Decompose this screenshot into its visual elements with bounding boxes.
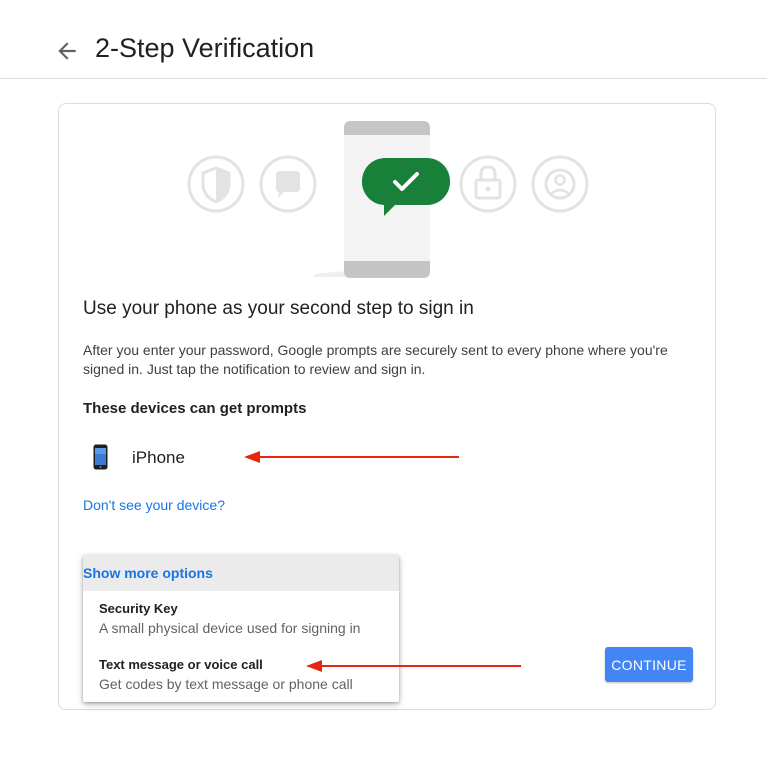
missing-device-link[interactable]: Don't see your device? — [83, 497, 225, 513]
section-heading: Use your phone as your second step to si… — [83, 298, 474, 319]
chat-bubble-icon — [259, 155, 317, 213]
page-header: 2-Step Verification — [0, 0, 767, 79]
menu-item-subtitle: A small physical device used for signing… — [99, 620, 361, 636]
arrow-back-icon[interactable] — [54, 38, 80, 64]
show-more-options-toggle[interactable]: Show more options — [83, 555, 399, 591]
menu-item-security-key[interactable]: Security Key A small physical device use… — [99, 601, 360, 636]
continue-button[interactable]: CONTINUE — [605, 647, 693, 682]
menu-item-title: Security Key — [99, 601, 178, 616]
menu-item-title: Text message or voice call — [99, 657, 263, 672]
shield-icon — [187, 155, 245, 213]
account-icon — [531, 155, 589, 213]
lock-icon — [459, 155, 517, 213]
device-name: iPhone — [132, 448, 185, 467]
menu-item-text-message[interactable]: Text message or voice call Get codes by … — [99, 657, 353, 692]
iphone-icon — [93, 444, 108, 470]
phone-prompt-illustration — [187, 121, 589, 278]
more-options-menu: Show more options Security Key A small p… — [83, 555, 399, 702]
menu-item-subtitle: Get codes by text message or phone call — [99, 676, 353, 692]
section-description: After you enter your password, Google pr… — [83, 342, 668, 377]
devices-heading: These devices can get prompts — [83, 400, 307, 417]
page-title: 2-Step Verification — [95, 33, 315, 63]
